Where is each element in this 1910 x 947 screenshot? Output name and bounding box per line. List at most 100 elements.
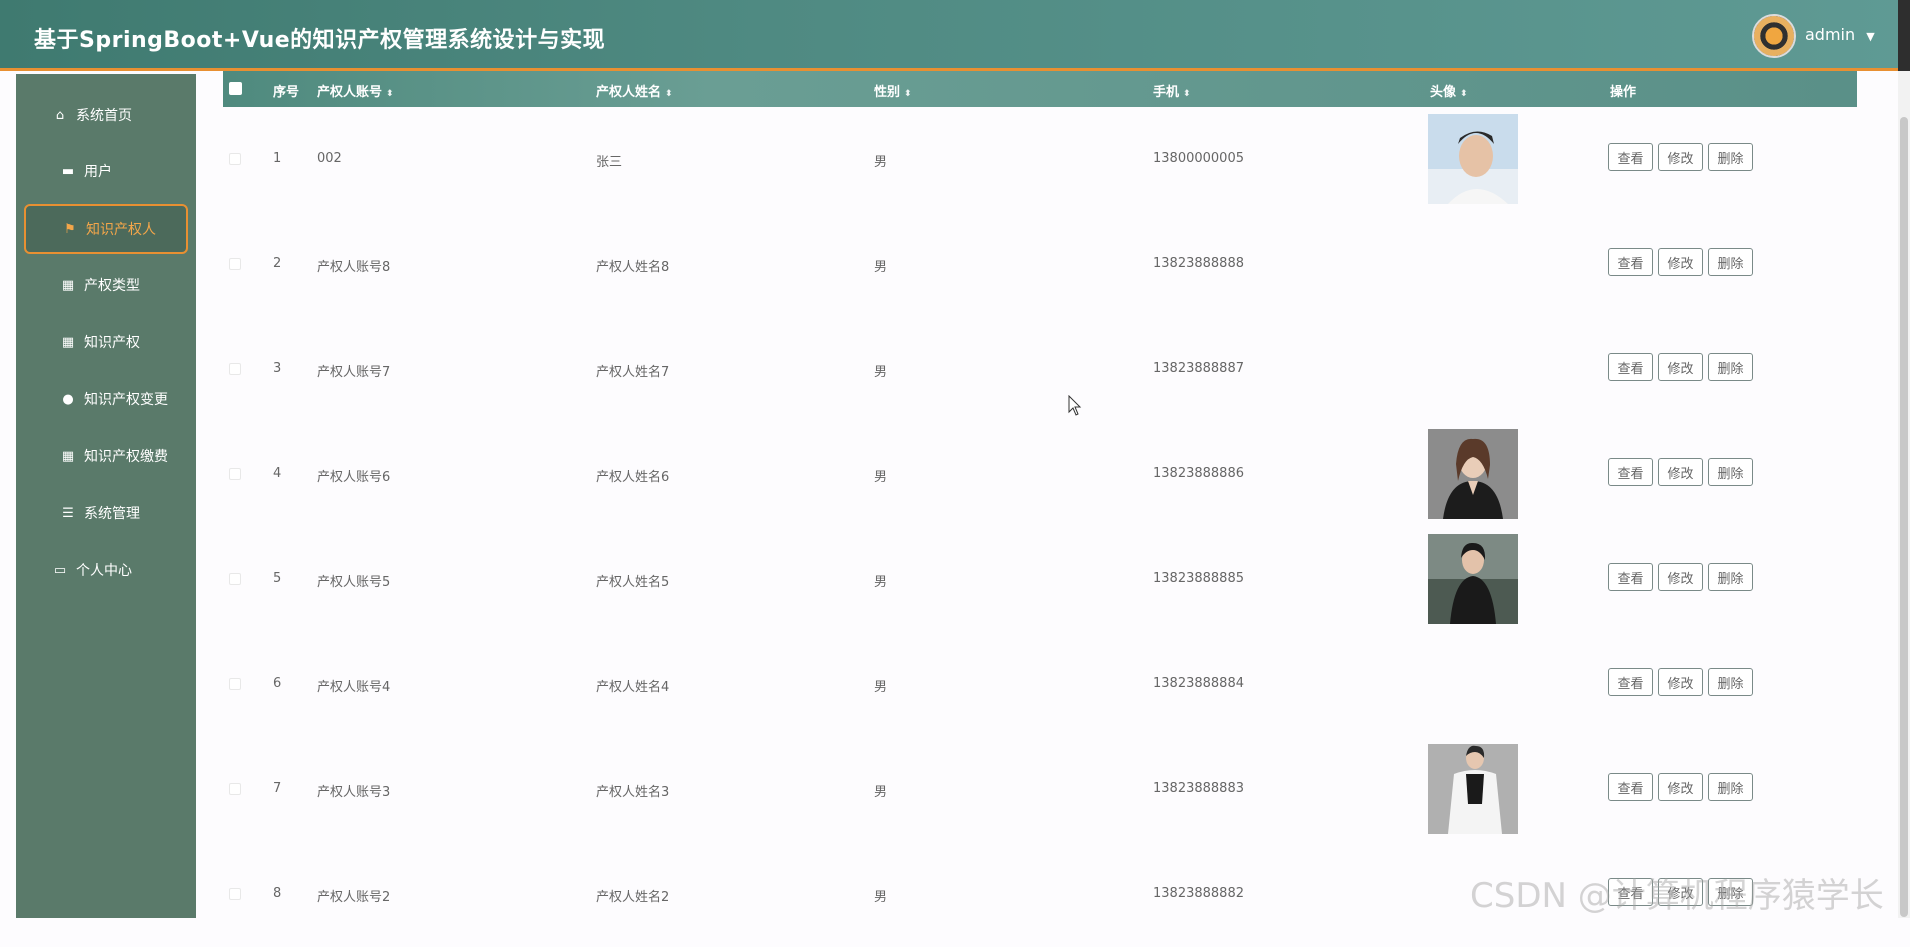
cell-index: 2 — [273, 256, 282, 271]
col-name[interactable]: 产权人姓名 ⬍ — [596, 81, 673, 100]
edit-button[interactable]: 修改 — [1658, 773, 1703, 801]
grid-icon: ▦ — [61, 448, 75, 464]
edit-button[interactable]: 修改 — [1658, 878, 1703, 906]
cell-gender: 男 — [874, 890, 888, 905]
col-gender-label: 性别 — [874, 85, 901, 100]
cell-account: 002 — [317, 151, 342, 166]
cell-name: 产权人姓名2 — [596, 890, 670, 905]
cell-name: 产权人姓名4 — [596, 680, 670, 695]
sidebar-item-ip-fee[interactable]: ▦ 知识产权缴费 — [24, 431, 188, 481]
sidebar-item-ip-owner[interactable]: ⚑ 知识产权人 — [24, 204, 188, 254]
sidebar-item-ip[interactable]: ▦ 知识产权 — [24, 317, 188, 367]
delete-button[interactable]: 删除 — [1708, 143, 1753, 171]
cell-account: 产权人账号8 — [317, 260, 391, 275]
cell-phone: 13823888886 — [1153, 466, 1244, 481]
row-checkbox[interactable] — [229, 468, 241, 480]
scrollbar-thumb[interactable] — [1900, 117, 1908, 917]
owner-avatar-image[interactable] — [1428, 534, 1518, 624]
sort-icon[interactable]: ⬍ — [1460, 89, 1468, 99]
row-checkbox[interactable] — [229, 153, 241, 165]
owner-avatar-image[interactable] — [1428, 114, 1518, 204]
edit-button[interactable]: 修改 — [1658, 353, 1703, 381]
user-avatar[interactable] — [1752, 14, 1796, 58]
row-checkbox[interactable] — [229, 888, 241, 900]
home-icon: ⌂ — [55, 107, 65, 123]
sort-icon[interactable]: ⬍ — [904, 89, 912, 99]
select-all-checkbox[interactable] — [229, 82, 242, 95]
cell-phone: 13823888883 — [1153, 781, 1244, 796]
cell-gender: 男 — [874, 785, 888, 800]
table-row: 8 产权人账号2 产权人姓名2 男 13823888882 查看 修改 删除 — [223, 842, 1857, 947]
delete-button[interactable]: 删除 — [1708, 563, 1753, 591]
edit-button[interactable]: 修改 — [1658, 668, 1703, 696]
sort-icon[interactable]: ⬍ — [1183, 89, 1191, 99]
view-button[interactable]: 查看 — [1608, 248, 1653, 276]
chevron-down-icon[interactable]: ▼ — [1866, 30, 1874, 43]
sidebar-item-label: 产权类型 — [84, 278, 140, 294]
view-button[interactable]: 查看 — [1608, 773, 1653, 801]
owner-table: 序号 产权人账号 ⬍ 产权人姓名 ⬍ 性别 ⬍ 手机 ⬍ 头像 ⬍ 操作 1 002 张三男 1… — [223, 71, 1857, 918]
delete-button[interactable]: 删除 — [1708, 353, 1753, 381]
col-gender[interactable]: 性别 ⬍ — [874, 81, 912, 100]
edit-button[interactable]: 修改 — [1658, 248, 1703, 276]
col-account-label: 产权人账号 — [317, 85, 383, 100]
app-title: 基于SpringBoot+Vue的知识产权管理系统设计与实现 — [34, 28, 606, 53]
sidebar-item-label: 知识产权人 — [86, 222, 156, 238]
col-actions: 操作 — [1610, 85, 1637, 100]
delete-button[interactable]: 删除 — [1708, 248, 1753, 276]
edit-button[interactable]: 修改 — [1658, 458, 1703, 486]
row-checkbox[interactable] — [229, 573, 241, 585]
view-button[interactable]: 查看 — [1608, 458, 1653, 486]
sidebar-item-ip-change[interactable]: ● 知识产权变更 — [24, 374, 188, 424]
row-checkbox[interactable] — [229, 678, 241, 690]
row-checkbox[interactable] — [229, 363, 241, 375]
col-phone[interactable]: 手机 ⬍ — [1153, 81, 1191, 100]
view-button[interactable]: 查看 — [1608, 668, 1653, 696]
col-index: 序号 — [273, 85, 300, 100]
sidebar-item-label: 知识产权 — [84, 335, 140, 351]
cell-account: 产权人账号2 — [317, 890, 391, 905]
table-row: 7 产权人账号3 产权人姓名3 男 13823888883 查看 修改 删除 — [223, 737, 1857, 842]
username[interactable]: admin — [1805, 25, 1855, 44]
view-button[interactable]: 查看 — [1608, 143, 1653, 171]
cell-gender: 男 — [874, 575, 888, 590]
edit-button[interactable]: 修改 — [1658, 563, 1703, 591]
table-header: 序号 产权人账号 ⬍ 产权人姓名 ⬍ 性别 ⬍ 手机 ⬍ 头像 ⬍ 操作 — [223, 71, 1857, 107]
sidebar-item-users[interactable]: ▬ 用户 — [24, 146, 188, 196]
sidebar-item-system[interactable]: ☰ 系统管理 — [24, 488, 188, 538]
view-button[interactable]: 查看 — [1608, 878, 1653, 906]
col-avatar[interactable]: 头像 ⬍ — [1430, 81, 1468, 100]
row-checkbox[interactable] — [229, 783, 241, 795]
user-menu[interactable]: admin ▼ — [1805, 25, 1875, 44]
col-account[interactable]: 产权人账号 ⬍ — [317, 81, 394, 100]
sort-icon[interactable]: ⬍ — [386, 89, 394, 99]
view-button[interactable]: 查看 — [1608, 563, 1653, 591]
cell-phone: 13800000005 — [1153, 151, 1244, 166]
delete-button[interactable]: 删除 — [1708, 668, 1753, 696]
cell-account: 产权人账号5 — [317, 575, 391, 590]
page-scrollbar[interactable] — [1898, 71, 1910, 918]
col-avatar-label: 头像 — [1430, 85, 1457, 100]
grid-icon: ▦ — [61, 334, 75, 350]
row-checkbox[interactable] — [229, 258, 241, 270]
delete-button[interactable]: 删除 — [1708, 773, 1753, 801]
delete-button[interactable]: 删除 — [1708, 878, 1753, 906]
sort-icon[interactable]: ⬍ — [665, 89, 673, 99]
owner-avatar-image[interactable] — [1428, 429, 1518, 519]
cell-index: 1 — [273, 151, 282, 166]
sidebar-item-label: 系统管理 — [84, 506, 140, 522]
edit-button[interactable]: 修改 — [1658, 143, 1703, 171]
cell-gender: 男 — [874, 365, 888, 380]
cell-phone: 13823888887 — [1153, 361, 1244, 376]
pin-icon: ● — [62, 391, 74, 407]
window-edge — [1898, 0, 1910, 71]
view-button[interactable]: 查看 — [1608, 353, 1653, 381]
sidebar-item-home[interactable]: ⌂ 系统首页 — [24, 90, 188, 140]
sidebar-item-label: 知识产权缴费 — [84, 449, 168, 465]
sidebar-item-ip-type[interactable]: ▦ 产权类型 — [24, 260, 188, 310]
cell-index: 8 — [273, 886, 282, 901]
cell-phone: 13823888885 — [1153, 571, 1244, 586]
owner-avatar-image[interactable] — [1428, 744, 1518, 834]
delete-button[interactable]: 删除 — [1708, 458, 1753, 486]
sidebar-item-profile[interactable]: ▭ 个人中心 — [24, 545, 188, 595]
